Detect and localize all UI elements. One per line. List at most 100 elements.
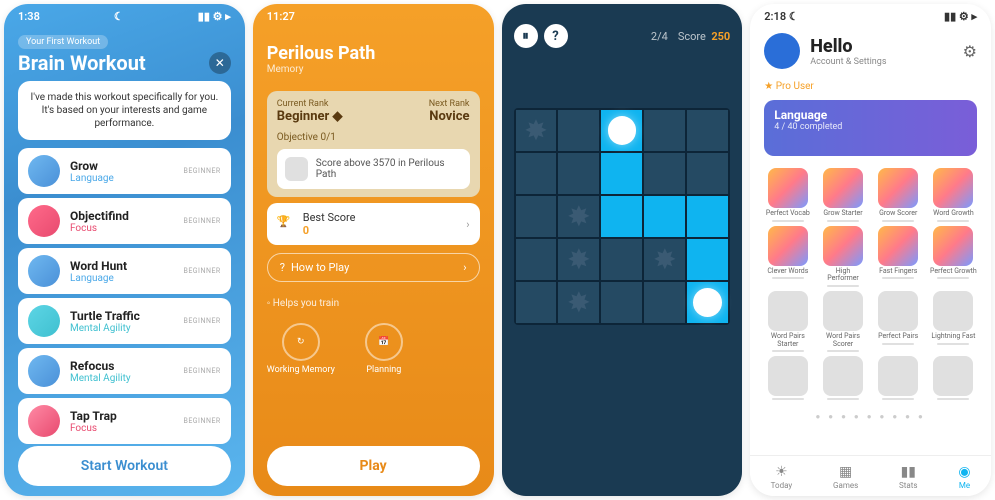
board-cell[interactable]: ✸ [558,239,599,280]
play-button[interactable]: Play [267,446,480,486]
item-category: Mental Agility [70,373,173,384]
board-cell[interactable] [516,239,557,280]
achievement-progress [827,220,859,222]
board-cell[interactable] [687,239,728,280]
difficulty-badge: BEGINNER [183,417,220,425]
achievement-progress [937,220,969,222]
achievement[interactable]: Word Pairs Scorer [819,291,866,352]
trophy-icon: 🏆 [277,215,295,233]
nav-today[interactable]: ☀Today [771,464,793,490]
achievement[interactable] [875,356,922,400]
board-cell[interactable] [516,153,557,194]
pro-badge: ★ Pro User [750,77,991,96]
achievement[interactable]: Clever Words [764,226,811,287]
current-rank-label: Current Rank [277,99,343,109]
board-cell[interactable] [687,282,728,323]
game-icon [28,355,60,387]
workout-item[interactable]: Refocus Mental Agility BEGINNER [18,348,231,394]
workout-item[interactable]: Tap Trap Focus BEGINNER [18,398,231,444]
board-cell[interactable] [601,196,642,237]
board-cell[interactable] [644,110,685,151]
nav-stats[interactable]: ▮▮Stats [899,464,917,490]
objective-icon [285,157,308,181]
board-cell[interactable] [558,110,599,151]
board-cell[interactable] [644,282,685,323]
board-cell[interactable]: ✸ [558,282,599,323]
workout-item[interactable]: Word Hunt Language BEGINNER [18,248,231,294]
board-cell[interactable] [601,239,642,280]
achievement-icon [933,168,973,208]
board-cell[interactable]: ✸ [516,110,557,151]
page-dots[interactable]: ● ● ● ● ● ● ● ● ● [750,408,991,425]
start-workout-button[interactable]: Start Workout [18,446,231,486]
ball [693,288,722,317]
language-banner[interactable]: Language 4 / 40 completed [764,100,977,156]
achievement[interactable] [764,356,811,400]
nav-me[interactable]: ◉Me [958,464,970,490]
objective-text: Score above 3570 in Perilous Path [316,158,462,180]
pause-button[interactable]: ⏸ [514,24,538,48]
ball [608,116,637,145]
workout-item[interactable]: Turtle Traffic Mental Agility BEGINNER [18,298,231,344]
achievement[interactable] [930,356,977,400]
item-title: Grow [70,159,173,173]
achievement[interactable]: Perfect Vocab [764,168,811,222]
board-cell[interactable] [516,282,557,323]
achievement-label: Clever Words [764,268,811,276]
board-cell[interactable] [687,196,728,237]
nav-icon: ☀ [771,464,793,480]
board-cell[interactable] [687,110,728,151]
best-score-row[interactable]: 🏆 Best Score 0 › [267,203,480,245]
status-time: 1:38 [18,10,40,23]
settings-button[interactable]: ⚙ [963,42,977,61]
achievement[interactable]: Perfect Pairs [875,291,922,352]
avatar[interactable] [764,33,800,69]
achievement-icon [878,168,918,208]
achievement[interactable] [819,356,866,400]
next-rank-label: Next Rank [429,99,470,109]
achievement[interactable]: Fast Fingers [875,226,922,287]
achievement-icon [823,226,863,266]
board-cell[interactable]: ✸ [644,239,685,280]
achievement-progress [772,277,804,279]
achievement[interactable]: Grow Starter [819,168,866,222]
workout-item[interactable]: Grow Language BEGINNER [18,148,231,194]
board-cell[interactable] [601,153,642,194]
board-cell[interactable] [558,153,599,194]
header: Brain Workout ✕ [4,49,245,81]
account-subtitle: Account & Settings [810,57,886,67]
board-cell[interactable] [644,196,685,237]
achievement[interactable]: Lightning Fast [930,291,977,352]
chevron-right-icon: › [466,218,469,231]
best-score-value: 0 [303,224,356,237]
train-working-memory: ↻ Working Memory [267,323,335,375]
achievement[interactable]: Word Pairs Starter [764,291,811,352]
achievement[interactable]: Grow Scorer [875,168,922,222]
next-rank: Novice [429,109,470,124]
nav-games[interactable]: ▦Games [833,464,858,490]
signal-icons: ▮▮ ⚙ ▸ [198,10,231,23]
game-board[interactable]: ✸✸✸✸✸ [514,108,731,325]
board-cell[interactable] [601,282,642,323]
how-to-play-button[interactable]: ? How to Play › [267,253,480,282]
game-icon [28,405,60,437]
achievement[interactable]: High Performer [819,226,866,287]
workout-item[interactable]: Objectifind Focus BEGINNER [18,198,231,244]
achievement-progress [882,398,914,400]
board-cell[interactable] [516,196,557,237]
screen-account: 2:18 ☾ ▮▮ ⚙ ▸ Hello Account & Settings ⚙… [750,4,991,496]
achievement-progress [827,398,859,400]
achievement[interactable]: Perfect Growth [930,226,977,287]
board-cell[interactable] [601,110,642,151]
board-cell[interactable] [687,153,728,194]
board-cell[interactable]: ✸ [558,196,599,237]
help-button[interactable]: ? [544,24,568,48]
close-button[interactable]: ✕ [209,52,231,74]
difficulty-badge: BEGINNER [183,167,220,175]
difficulty-badge: BEGINNER [183,367,220,375]
achievement-progress [937,343,969,345]
game-icon [28,205,60,237]
train-planning: 📅 Planning [365,323,403,375]
achievement[interactable]: Word Growth [930,168,977,222]
board-cell[interactable] [644,153,685,194]
